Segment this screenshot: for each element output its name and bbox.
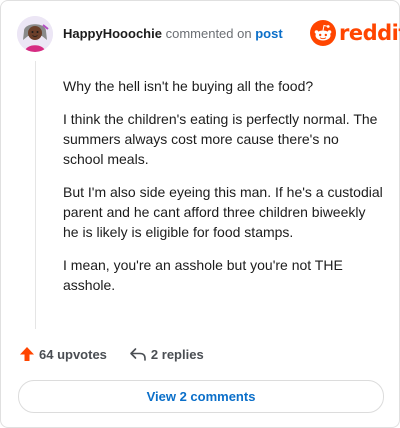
upvote-button[interactable]: 64 upvotes	[19, 346, 107, 362]
avatar[interactable]	[17, 16, 53, 52]
comment-paragraph: But I'm also side eyeing this man. If he…	[63, 184, 383, 240]
comment-body: Why the hell isn't he buying all the foo…	[63, 76, 383, 308]
comment-paragraph: I think the children's eating is perfect…	[63, 111, 378, 167]
comment-paragraph: I mean, you're an asshole but you're not…	[63, 257, 343, 293]
view-comments-button[interactable]: View 2 comments	[18, 380, 384, 413]
comment-card: HappyHooochie commented on post reddit W…	[0, 0, 400, 428]
reddit-wordmark: reddit	[339, 21, 400, 45]
comment-paragraph: Why the hell isn't he buying all the foo…	[63, 78, 314, 94]
commented-on-text: commented on	[165, 26, 252, 41]
replies-button[interactable]: 2 replies	[129, 346, 204, 362]
avatar-image	[17, 16, 53, 52]
reddit-logo[interactable]: reddit	[310, 19, 400, 47]
upvote-count: 64 upvotes	[39, 346, 107, 362]
comment-header: HappyHooochie commented on post	[63, 26, 283, 42]
reddit-snoo-icon	[310, 20, 336, 46]
thread-line[interactable]	[35, 61, 36, 329]
username[interactable]: HappyHooochie	[63, 26, 162, 41]
post-link[interactable]: post	[255, 26, 282, 41]
reply-arrow-icon	[130, 348, 146, 361]
upvote-arrow-icon	[20, 347, 34, 361]
replies-count: 2 replies	[150, 346, 204, 362]
comment-actions: 64 upvotes 2 replies	[19, 346, 204, 362]
